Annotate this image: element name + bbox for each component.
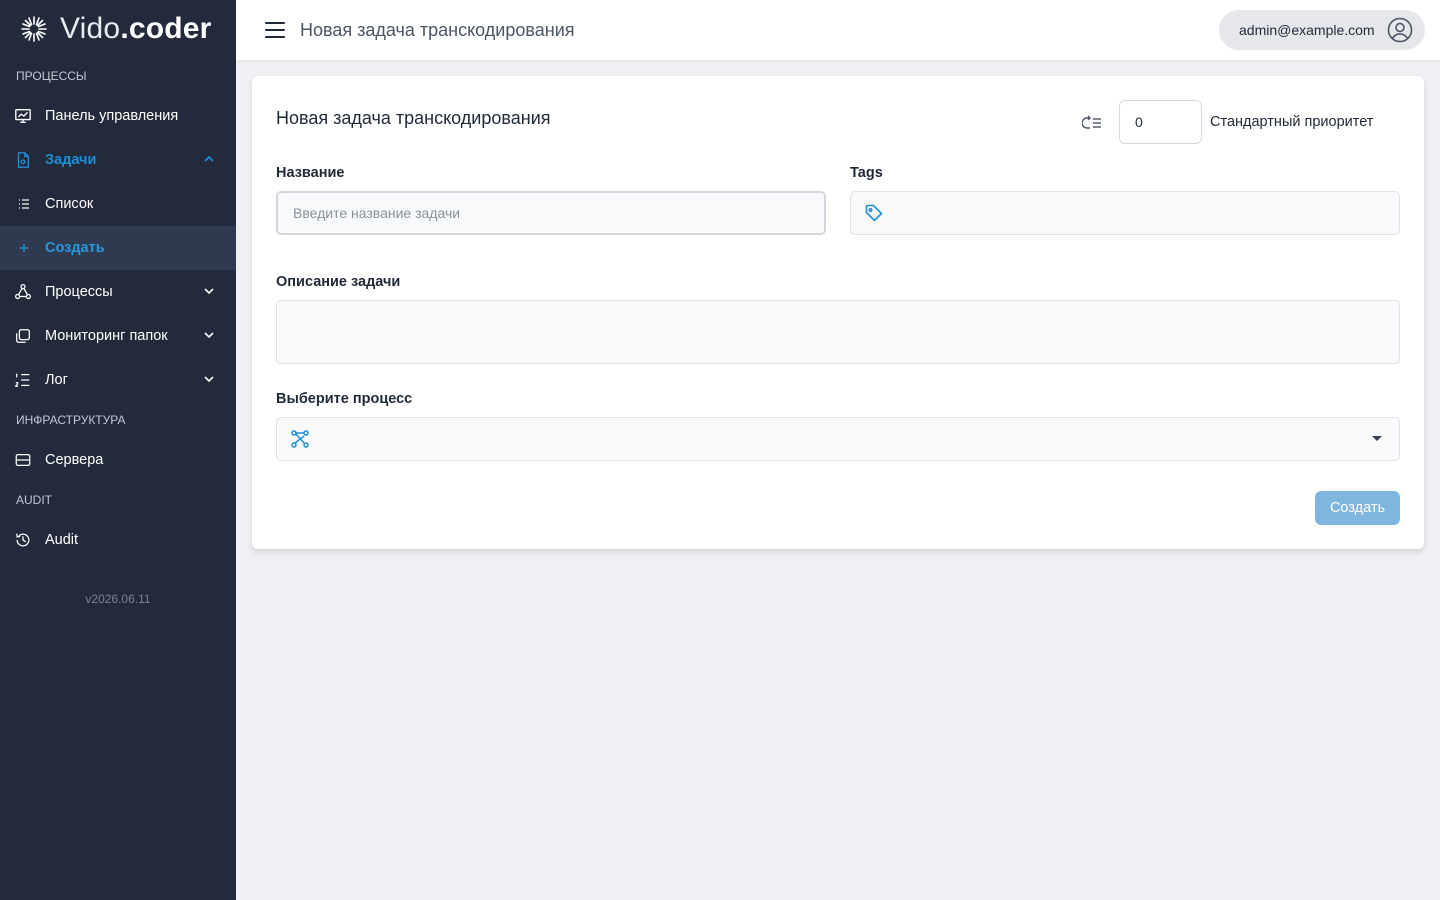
section-title-audit: AUDIT [16, 493, 52, 507]
sidebar-item-processes[interactable]: Процессы [0, 270, 236, 314]
folders-copy-icon [13, 326, 33, 346]
tag-icon [865, 204, 883, 222]
menu-toggle-icon[interactable] [265, 22, 285, 38]
task-document-icon [13, 150, 33, 170]
topbar: Новая задача транскодирования admin@exam… [236, 0, 1440, 60]
sidebar-item-label: Процессы [45, 284, 113, 300]
presentation-chart-icon [13, 106, 33, 126]
user-email: admin@example.com [1239, 22, 1375, 38]
sidebar-item-label: Панель управления [45, 108, 179, 124]
name-label: Название [276, 165, 345, 181]
process-select[interactable] [276, 417, 1400, 461]
app-version: v2026.06.11 [85, 592, 151, 606]
section-title-processes: ПРОЦЕССЫ [16, 69, 87, 83]
priority-label: Стандартный приоритет [1210, 114, 1374, 130]
plus-icon [16, 238, 32, 258]
sidebar-item-label: Лог [45, 372, 68, 388]
sidebar-item-label: Мониторинг папок [45, 328, 168, 344]
brand-name-bold: .coder [120, 12, 212, 45]
list-icon [16, 194, 32, 214]
sidebar-item-audit[interactable]: Audit [0, 518, 236, 562]
process-flow-icon [291, 430, 309, 448]
new-task-form-card: Новая задача транскодирования 0 Стандарт… [252, 76, 1424, 549]
history-icon [13, 530, 33, 550]
tags-input[interactable] [850, 191, 1400, 235]
create-button[interactable]: Создать [1315, 491, 1400, 525]
form-title: Новая задача транскодирования [276, 108, 551, 128]
sidebar: Vido.coder ПРОЦЕССЫ Панель управления За… [0, 0, 236, 900]
sidebar-item-servers[interactable]: Сервера [0, 438, 236, 482]
sidebar-item-log[interactable]: Лог [0, 358, 236, 402]
description-textarea[interactable] [276, 300, 1400, 364]
task-name-input[interactable]: Введите название задачи [276, 191, 826, 235]
logo[interactable]: Vido.coder [0, 0, 236, 58]
process-label: Выберите процесс [276, 391, 413, 407]
chevron-down-icon [204, 376, 214, 383]
section-title-infrastructure: ИНФРАСТРУКТУРА [16, 413, 126, 427]
brand-name: Vido.coder [60, 12, 212, 46]
chevron-down-icon [204, 332, 214, 339]
caret-down-icon [1372, 436, 1382, 441]
sidebar-item-create[interactable]: Создать [0, 226, 236, 270]
brand-name-light: Vido [60, 12, 121, 45]
user-menu-button[interactable]: admin@example.com [1219, 10, 1425, 50]
server-icon [13, 450, 33, 470]
description-label: Описание задачи [276, 274, 401, 290]
sidebar-item-list[interactable]: Список [0, 182, 236, 226]
chevron-up-icon [204, 155, 214, 162]
vidocoder-logo-icon [21, 16, 47, 42]
sidebar-item-label: Список [45, 196, 94, 212]
sidebar-item-label: Создать [45, 240, 105, 256]
tags-label: Tags [850, 165, 883, 181]
sidebar-item-tasks[interactable]: Задачи [0, 138, 236, 182]
sidebar-item-dashboard[interactable]: Панель управления [0, 94, 236, 138]
process-tree-icon [13, 282, 33, 302]
sidebar-item-folder-monitoring[interactable]: Мониторинг папок [0, 314, 236, 358]
priority-input[interactable]: 0 [1119, 100, 1202, 144]
numbered-list-icon [13, 370, 33, 390]
page-title: Новая задача транскодирования [300, 19, 575, 40]
chevron-down-icon [204, 288, 214, 295]
sidebar-item-label: Задачи [45, 152, 97, 168]
priority-icon [1082, 115, 1101, 129]
sidebar-item-label: Сервера [45, 452, 104, 468]
user-circle-icon [1387, 17, 1413, 43]
sidebar-item-label: Audit [45, 532, 79, 548]
